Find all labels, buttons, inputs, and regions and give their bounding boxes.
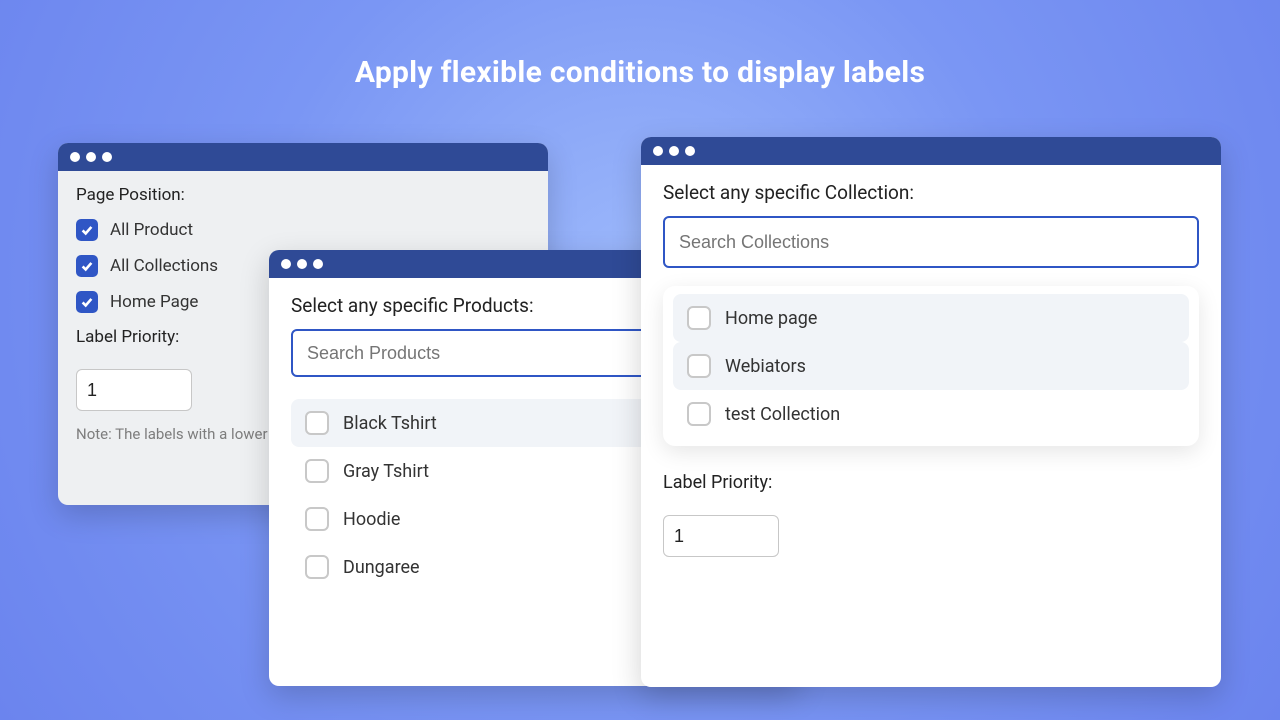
page-title: Apply flexible conditions to display lab… bbox=[0, 55, 1280, 90]
option-label: Hoodie bbox=[343, 509, 400, 530]
panel-titlebar bbox=[641, 137, 1221, 165]
checkbox-label: All Collections bbox=[110, 256, 218, 276]
checkbox-checked-icon bbox=[76, 255, 98, 277]
search-collections-input[interactable] bbox=[663, 216, 1199, 268]
panel-titlebar bbox=[58, 143, 548, 171]
checkbox-empty-icon bbox=[305, 459, 329, 483]
window-dot-icon bbox=[70, 152, 80, 162]
option-label: Gray Tshirt bbox=[343, 461, 429, 482]
page-position-heading: Page Position: bbox=[76, 185, 530, 205]
checkbox-checked-icon bbox=[76, 291, 98, 313]
checkbox-empty-icon bbox=[305, 555, 329, 579]
checkbox-all-product[interactable]: All Product bbox=[76, 219, 530, 241]
option-label: Webiators bbox=[725, 356, 806, 377]
label-priority-input[interactable] bbox=[76, 369, 192, 411]
checkbox-label: All Product bbox=[110, 220, 193, 240]
window-dot-icon bbox=[685, 146, 695, 156]
window-dot-icon bbox=[297, 259, 307, 269]
panel-select-collection: Select any specific Collection: Home pag… bbox=[641, 137, 1221, 687]
checkbox-label: Home Page bbox=[110, 292, 198, 312]
collection-option[interactable]: Webiators bbox=[673, 342, 1189, 390]
option-label: Dungaree bbox=[343, 557, 420, 578]
checkbox-empty-icon bbox=[687, 354, 711, 378]
checkbox-empty-icon bbox=[305, 411, 329, 435]
option-label: Black Tshirt bbox=[343, 413, 437, 434]
collection-option[interactable]: Home page bbox=[673, 294, 1189, 342]
option-label: test Collection bbox=[725, 404, 840, 425]
option-label: Home page bbox=[725, 308, 817, 329]
checkbox-checked-icon bbox=[76, 219, 98, 241]
checkbox-empty-icon bbox=[305, 507, 329, 531]
window-dot-icon bbox=[653, 146, 663, 156]
label-priority-input[interactable] bbox=[663, 515, 779, 557]
window-dot-icon bbox=[669, 146, 679, 156]
window-dot-icon bbox=[313, 259, 323, 269]
window-dot-icon bbox=[86, 152, 96, 162]
collection-option-list: Home page Webiators test Collection bbox=[663, 286, 1199, 446]
checkbox-empty-icon bbox=[687, 306, 711, 330]
collection-option[interactable]: test Collection bbox=[673, 390, 1189, 438]
select-collection-heading: Select any specific Collection: bbox=[663, 181, 1199, 204]
checkbox-empty-icon bbox=[687, 402, 711, 426]
label-priority-heading: Label Priority: bbox=[663, 472, 1199, 493]
window-dot-icon bbox=[102, 152, 112, 162]
window-dot-icon bbox=[281, 259, 291, 269]
